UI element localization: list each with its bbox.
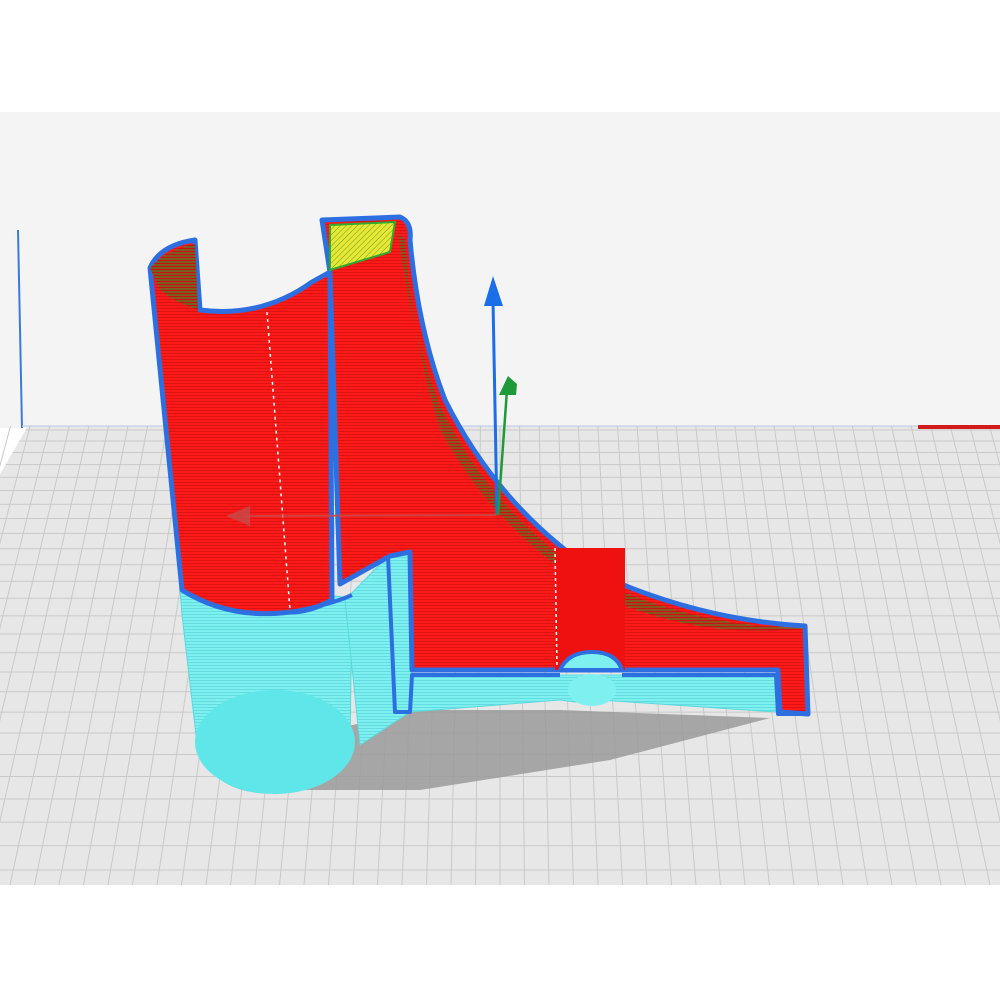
x-axis-line	[244, 514, 498, 517]
viewport-canvas[interactable]	[0, 0, 1000, 1000]
3d-viewport[interactable]	[0, 0, 1000, 1000]
